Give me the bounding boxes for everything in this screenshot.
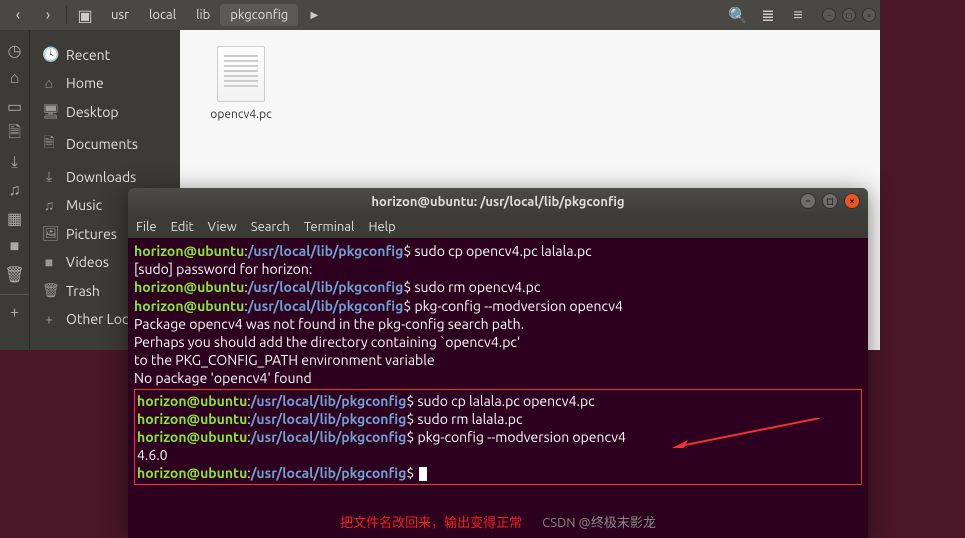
watermark-text: CSDN @终极末影龙 xyxy=(542,516,656,530)
terminal-minimize-button[interactable]: – xyxy=(800,193,816,209)
breadcrumb-local[interactable]: local xyxy=(139,4,186,26)
terminal-output-line: No package 'opencv4' found xyxy=(134,369,862,387)
window-minimize-button[interactable]: – xyxy=(822,8,836,22)
sidebar-icon: 🖥 xyxy=(42,103,56,120)
back-button[interactable]: ‹ xyxy=(4,3,32,27)
sidebar-icon: 🗎 xyxy=(42,132,56,156)
launcher-add-icon[interactable]: + xyxy=(0,294,29,322)
terminal-menu-terminal[interactable]: Terminal xyxy=(304,220,355,234)
launcher-documents-icon[interactable]: 🗎 xyxy=(0,120,29,148)
terminal-line: horizon@ubuntu:/usr/local/lib/pkgconfig$… xyxy=(134,278,862,296)
terminal-output-line: Perhaps you should add the directory con… xyxy=(134,333,862,351)
file-name: opencv4.pc xyxy=(196,108,286,121)
terminal-window: horizon@ubuntu: /usr/local/lib/pkgconfig… xyxy=(128,188,868,538)
sidebar-item-home[interactable]: ⌂ Home xyxy=(30,69,180,97)
sidebar-icon: 🖼 xyxy=(42,225,56,242)
terminal-maximize-button[interactable]: ◻ xyxy=(822,193,838,209)
search-icon[interactable]: 🔍 xyxy=(724,3,752,27)
terminal-output-line: to the PKG_CONFIG_PATH environment varia… xyxy=(134,351,862,369)
launcher-recent-icon[interactable]: ◷ xyxy=(0,36,29,64)
terminal-titlebar[interactable]: horizon@ubuntu: /usr/local/lib/pkgconfig… xyxy=(128,188,868,216)
terminal-output-line: 4.6.0 xyxy=(137,446,859,464)
sidebar-icon: + xyxy=(42,311,56,327)
sidebar-item-label: Trash xyxy=(66,283,100,299)
sidebar-icon: ♫ xyxy=(42,197,56,213)
sidebar-item-documents[interactable]: 🗎 Documents xyxy=(30,126,180,162)
sidebar-icon: 🗑 xyxy=(42,282,56,299)
terminal-output-line: Package opencv4 was not found in the pkg… xyxy=(134,315,862,333)
sidebar-icon: ⤓ xyxy=(42,168,56,185)
sidebar-item-desktop[interactable]: 🖥 Desktop xyxy=(30,97,180,126)
fm-toolbar: ‹ › ▣ usrlocallibpkgconfig ▶ 🔍 ≣ ≡ – ◻ × xyxy=(0,0,880,30)
path-root-icon[interactable]: ▣ xyxy=(71,3,99,27)
sidebar-item-label: Desktop xyxy=(66,104,119,120)
launcher-videos-icon[interactable]: ■ xyxy=(0,232,29,260)
terminal-output-line: [sudo] password for horizon: xyxy=(134,260,862,278)
terminal-title-text: horizon@ubuntu: /usr/local/lib/pkgconfig xyxy=(371,195,624,209)
terminal-menu-edit[interactable]: Edit xyxy=(171,220,194,234)
sidebar-item-label: Pictures xyxy=(66,226,117,242)
breadcrumb-usr[interactable]: usr xyxy=(101,4,139,26)
chevron-right-icon[interactable]: ▶ xyxy=(300,3,328,27)
sidebar-icon: ■ xyxy=(42,254,56,270)
terminal-menu-help[interactable]: Help xyxy=(368,220,395,234)
file-icon xyxy=(217,46,265,102)
sidebar-item-label: Documents xyxy=(66,136,138,152)
terminal-menubar: File Edit View Search Terminal Help xyxy=(128,216,868,238)
launcher-downloads-icon[interactable]: ⤓ xyxy=(0,148,29,176)
terminal-line: horizon@ubuntu:/usr/local/lib/pkgconfig$… xyxy=(137,428,859,446)
terminal-menu-file[interactable]: File xyxy=(136,220,157,234)
launcher-trash-icon[interactable]: 🗑 xyxy=(0,260,29,288)
breadcrumb-lib[interactable]: lib xyxy=(186,4,220,26)
terminal-line: horizon@ubuntu:/usr/local/lib/pkgconfig$… xyxy=(137,392,859,410)
sidebar-item-label: Downloads xyxy=(66,169,136,185)
sidebar-item-label: Home xyxy=(66,75,104,91)
launcher-desktop-icon[interactable]: ▭ xyxy=(0,92,29,120)
launcher-music-icon[interactable]: ♫ xyxy=(0,176,29,204)
sidebar-icon: 🕓 xyxy=(42,46,56,63)
launcher-strip: ◷ ⌂ ▭ 🗎 ⤓ ♫ ▦ ■ 🗑 + xyxy=(0,30,30,350)
breadcrumb-pkgconfig[interactable]: pkgconfig xyxy=(220,4,298,26)
forward-button[interactable]: › xyxy=(34,3,62,27)
sidebar-item-label: Recent xyxy=(66,47,110,63)
terminal-close-button[interactable]: × xyxy=(844,193,860,209)
terminal-menu-view[interactable]: View xyxy=(208,220,237,234)
terminal-cursor xyxy=(419,467,427,481)
view-list-icon[interactable]: ≣ xyxy=(754,3,782,27)
launcher-pictures-icon[interactable]: ▦ xyxy=(0,204,29,232)
window-maximize-button[interactable]: ◻ xyxy=(842,8,856,22)
sidebar-item-label: Videos xyxy=(66,254,109,270)
terminal-menu-search[interactable]: Search xyxy=(251,220,290,234)
sidebar-icon: ⌂ xyxy=(42,75,56,91)
highlighted-block: horizon@ubuntu:/usr/local/lib/pkgconfig$… xyxy=(134,389,862,486)
terminal-line: horizon@ubuntu:/usr/local/lib/pkgconfig$… xyxy=(134,297,862,315)
terminal-body[interactable]: horizon@ubuntu:/usr/local/lib/pkgconfig$… xyxy=(128,238,868,538)
launcher-home-icon[interactable]: ⌂ xyxy=(0,64,29,92)
terminal-line: horizon@ubuntu:/usr/local/lib/pkgconfig$… xyxy=(137,410,859,428)
terminal-line: horizon@ubuntu:/usr/local/lib/pkgconfig$… xyxy=(134,242,862,260)
sidebar-item-downloads[interactable]: ⤓ Downloads xyxy=(30,162,180,191)
file-item[interactable]: opencv4.pc xyxy=(196,46,286,121)
window-close-button[interactable]: × xyxy=(862,8,876,22)
hamburger-icon[interactable]: ≡ xyxy=(784,3,812,27)
sidebar-item-label: Music xyxy=(66,197,102,213)
sidebar-item-recent[interactable]: 🕓 Recent xyxy=(30,40,180,69)
annotation-text: 把文件名改回来，输出变得正常CSDN @终极末影龙 xyxy=(340,515,656,532)
terminal-line: horizon@ubuntu:/usr/local/lib/pkgconfig$ xyxy=(137,464,859,482)
